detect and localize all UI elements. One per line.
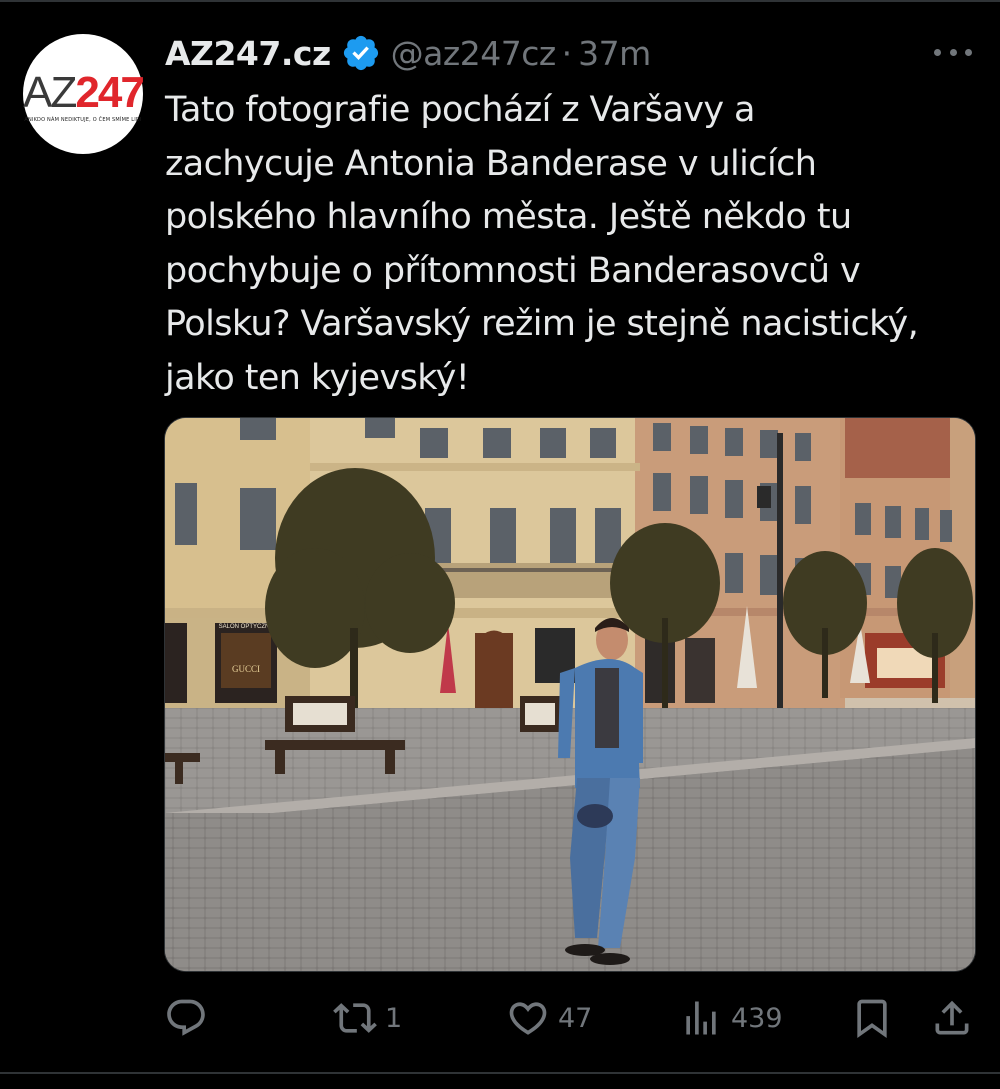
shop-brand: GUCCI — [232, 664, 260, 674]
tweet-photo[interactable]: SALON OPTYCZNY GUCCI — [164, 417, 976, 972]
avatar-tagline: ANIKDO NÁM NEDIKTUJE, O ČEM SMÍME LIDI — [24, 117, 142, 123]
tweet-text: Tato fotografie pochází z Varšavy a zach… — [165, 90, 919, 398]
bookmark-button[interactable] — [850, 990, 894, 1046]
reply-icon — [167, 999, 205, 1036]
share-button[interactable] — [930, 990, 974, 1046]
timestamp[interactable]: 37m — [578, 34, 651, 73]
retweet-button[interactable]: 1 — [333, 990, 402, 1046]
views-icon — [686, 1001, 716, 1035]
shop-sign: SALON OPTYCZNY — [219, 624, 274, 630]
reply-button[interactable] — [164, 990, 216, 1046]
bookmark-icon — [857, 999, 887, 1039]
tweet-actions: 1 47 439 — [160, 990, 980, 1046]
display-name[interactable]: AZ247.cz — [165, 34, 331, 73]
more-horizontal-icon[interactable] — [930, 38, 976, 66]
share-icon — [935, 1000, 969, 1035]
like-count: 47 — [558, 1002, 593, 1034]
tweet-header: AZ247.cz @az247cz · 37m — [165, 30, 651, 76]
views-button[interactable]: 439 — [679, 990, 783, 1046]
bottom-divider — [0, 1072, 1000, 1074]
top-divider — [0, 0, 1000, 2]
verified-badge-icon[interactable] — [341, 33, 381, 73]
retweet-icon — [333, 1003, 377, 1033]
retweet-count: 1 — [385, 1002, 403, 1034]
avatar[interactable]: AZ247 ANIKDO NÁM NEDIKTUJE, O ČEM SMÍME … — [23, 34, 145, 154]
user-handle[interactable]: @az247cz — [391, 34, 557, 73]
separator-dot: · — [561, 33, 573, 73]
heart-icon — [509, 1002, 547, 1035]
avatar-logo: AZ247 — [23, 68, 145, 117]
views-count: 439 — [731, 1002, 783, 1034]
like-button[interactable]: 47 — [506, 990, 592, 1046]
